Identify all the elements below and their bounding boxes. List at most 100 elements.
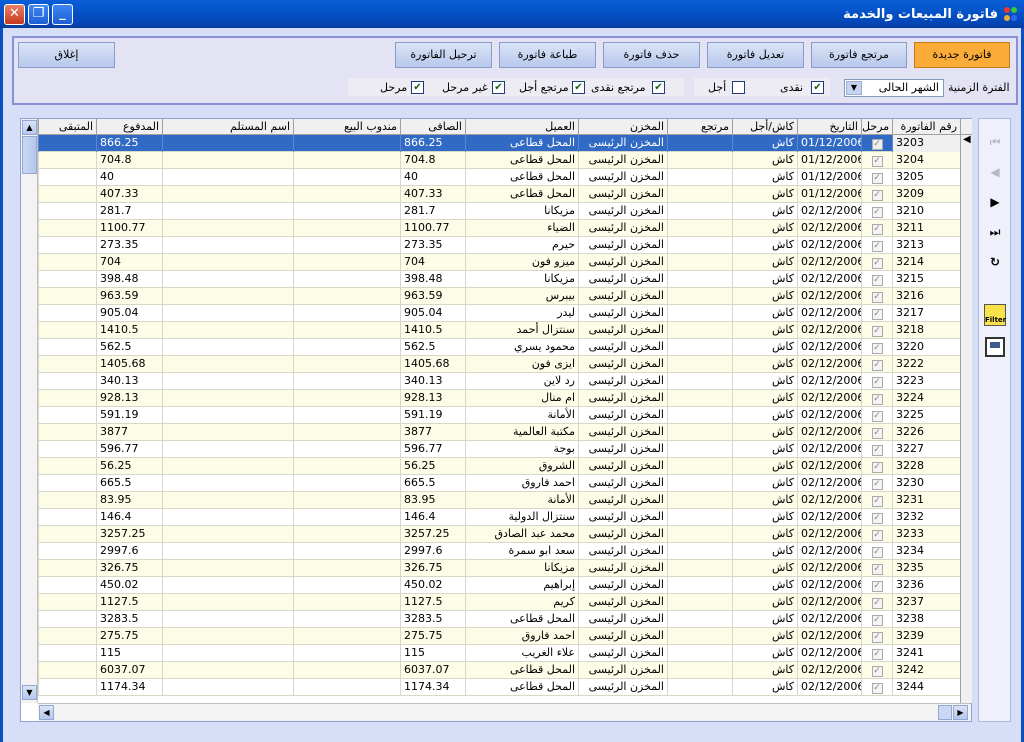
vertical-scrollbar[interactable]: ▲ ▼: [21, 119, 38, 703]
first-record-icon[interactable]: ⏮: [984, 131, 1006, 153]
table-row[interactable]: 1174.34 1174.34 المحل قطاعى المخزن الرئيسى ك…: [38, 679, 960, 696]
next-record-icon[interactable]: ▶: [984, 191, 1006, 213]
posted-checkbox-icon: ✓: [871, 190, 883, 201]
scroll-up-icon[interactable]: ▲: [22, 120, 37, 135]
table-row[interactable]: 1127.5 1127.5 كريم المخزن الرئيسى كاش 02/12/2…: [38, 594, 960, 611]
cash-checkbox[interactable]: ✔: [811, 81, 824, 94]
col-paid[interactable]: المدفوع: [96, 119, 162, 135]
horizontal-scrollbar[interactable]: ◀ ▶: [38, 703, 971, 721]
cell-receiver: [162, 441, 293, 458]
posted-checkbox[interactable]: ✔: [411, 81, 424, 94]
cash-return-checkbox[interactable]: ✔: [652, 81, 665, 94]
table-row[interactable]: 398.48 398.48 مزيكانا المخزن الرئيسى كاش 02/1…: [38, 271, 960, 288]
col-date[interactable]: التاريخ: [797, 119, 861, 135]
table-row[interactable]: 56.25 56.25 الشروق المخزن الرئيسى كاش 02/12/2…: [38, 458, 960, 475]
last-record-icon[interactable]: ⏭: [984, 221, 1006, 243]
col-receiver[interactable]: اسم المستلم: [162, 119, 293, 135]
scroll-right-icon[interactable]: ▶: [953, 705, 968, 720]
horizontal-scroll-thumb[interactable]: [938, 705, 952, 720]
table-row[interactable]: 1100.77 1100.77 الضياء المخزن الرئيسى كاش 02/…: [38, 220, 960, 237]
table-row[interactable]: 3283.5 3283.5 المحل قطاعى المخزن الرئيسى كاش…: [38, 611, 960, 628]
credit-checkbox[interactable]: [732, 81, 745, 94]
cell-store: المخزن الرئيسى: [578, 339, 667, 356]
cell-sales_rep: [293, 169, 400, 186]
table-row[interactable]: 115 115 علاء الغريب المخزن الرئيسى كاش 02/12/…: [38, 645, 960, 662]
print-invoice-button[interactable]: طباعة فاتورة: [499, 42, 596, 68]
table-row[interactable]: 6037.07 6037.07 المحل قطاعى المخزن الرئيسى ك…: [38, 662, 960, 679]
close-button[interactable]: إغلاق: [18, 42, 115, 68]
table-row[interactable]: 928.13 928.13 ام منال المخزن الرئيسى كاش 02/1…: [38, 390, 960, 407]
credit-return-checkbox[interactable]: ✔: [572, 81, 585, 94]
col-remaining[interactable]: المتبقى: [38, 119, 96, 135]
not-posted-checkbox[interactable]: ✔: [492, 81, 505, 94]
cash-label: نقدى: [780, 81, 804, 94]
cell-receiver: [162, 169, 293, 186]
cell-date: 02/12/2006: [797, 373, 861, 390]
table-row[interactable]: 1410.5 1410.5 سنتزال أحمد المخزن الرئيسى كاش…: [38, 322, 960, 339]
cell-no: 3224: [892, 390, 960, 407]
cell-no: 3209: [892, 186, 960, 203]
cell-no: 3239: [892, 628, 960, 645]
previous-record-icon[interactable]: ◀: [984, 161, 1006, 183]
minimize-window-button[interactable]: _: [52, 3, 73, 25]
new-invoice-button[interactable]: فاتورة جديدة: [914, 42, 1010, 68]
col-posted[interactable]: مرحل: [861, 119, 892, 135]
col-sales-rep[interactable]: مندوب البيع: [293, 119, 400, 135]
table-row[interactable]: 450.02 450.02 إبراهيم المخزن الرئيسى كاش 02/1…: [38, 577, 960, 594]
table-row[interactable]: 40 40 المحل قطاعى المخزن الرئيسى كاش 01/12/20…: [38, 169, 960, 186]
table-row[interactable]: 963.59 963.59 بيبرس المخزن الرئيسى كاش 02/12/…: [38, 288, 960, 305]
table-row[interactable]: 273.35 273.35 حيرم المخزن الرئيسى كاش 02/12/2…: [38, 237, 960, 254]
table-row[interactable]: 1405.68 1405.68 ايزى فون المخزن الرئيسى كاش 0…: [38, 356, 960, 373]
col-customer[interactable]: العميل: [465, 119, 578, 135]
table-row[interactable]: 3877 3877 مكتبة العالمية المخزن الرئيسى كاش 0…: [38, 424, 960, 441]
table-row[interactable]: 340.13 340.13 رد لاين المخزن الرئيسى كاش 02/1…: [38, 373, 960, 390]
table-row[interactable]: 665.5 665.5 احمد فاروق المخزن الرئيسى كاش 02/…: [38, 475, 960, 492]
scroll-thumb[interactable]: [22, 136, 37, 174]
return-invoice-button[interactable]: مرتجع فاتورة: [811, 42, 907, 68]
col-net[interactable]: الصافى: [400, 119, 465, 135]
table-row[interactable]: 281.7 281.7 مزيكانا المخزن الرئيسى كاش 02/12/…: [38, 203, 960, 220]
chevron-down-icon[interactable]: ▼: [846, 81, 862, 95]
filter-icon[interactable]: Filter: [984, 304, 1006, 326]
cell-date: 02/12/2006: [797, 254, 861, 271]
cell-no: 3230: [892, 475, 960, 492]
cell-returned: [667, 526, 732, 543]
table-row[interactable]: 704 704 ميزو فون المخزن الرئيسى كاش 02/12/200…: [38, 254, 960, 271]
col-invoice-no[interactable]: رقم الفاتورة: [892, 119, 960, 135]
close-window-button[interactable]: ✕: [4, 3, 25, 25]
scroll-down-icon[interactable]: ▼: [22, 685, 37, 700]
cell-store: المخزن الرئيسى: [578, 628, 667, 645]
cell-date: 02/12/2006: [797, 594, 861, 611]
table-row[interactable]: 562.5 562.5 محمود يسري المخزن الرئيسى كاش 02/…: [38, 339, 960, 356]
table-row[interactable]: 275.75 275.75 احمد فاروق المخزن الرئيسى كاش 0…: [38, 628, 960, 645]
cell-remaining: [38, 169, 96, 186]
post-invoice-button[interactable]: ترحيل الفاتورة: [395, 42, 492, 68]
table-row[interactable]: 407.33 407.33 المحل قطاعى المخزن الرئيسى كاش…: [38, 186, 960, 203]
table-row[interactable]: 866.25 866.25 المحل قطاعى المخزن الرئيسى كاش…: [38, 135, 960, 152]
table-row[interactable]: 3257.25 3257.25 محمد عبد الصادق المخزن الرئ…: [38, 526, 960, 543]
cell-pay: كاش: [732, 135, 797, 152]
col-payment[interactable]: كاش/أجل: [732, 119, 797, 135]
col-returned[interactable]: مرتجع: [667, 119, 732, 135]
table-row[interactable]: 704.8 704.8 المحل قطاعى المخزن الرئيسى كاش 01…: [38, 152, 960, 169]
posted-checkbox-icon: ✓: [871, 275, 883, 286]
table-row[interactable]: 596.77 596.77 بوجة المخزن الرئيسى كاش 02/12/2…: [38, 441, 960, 458]
cell-customer: المحل قطاعى: [465, 135, 578, 152]
table-row[interactable]: 146.4 146.4 سنتزال الدولية المخزن الرئيسى كا…: [38, 509, 960, 526]
table-row[interactable]: 591.19 591.19 الأمانة المخزن الرئيسى كاش 02/1…: [38, 407, 960, 424]
table-row[interactable]: 905.04 905.04 ليدر المخزن الرئيسى كاش 02/12/2…: [38, 305, 960, 322]
save-icon[interactable]: [985, 337, 1005, 357]
table-row[interactable]: 2997.6 2997.6 سعد ابو سمرة المخزن الرئيسى كا…: [38, 543, 960, 560]
delete-invoice-button[interactable]: حذف فاتورة: [603, 42, 700, 68]
period-select[interactable]: الشهر الحالى ▼: [844, 79, 944, 97]
cell-store: المخزن الرئيسى: [578, 169, 667, 186]
cell-returned: [667, 322, 732, 339]
restore-window-button[interactable]: ❐: [28, 3, 49, 25]
edit-invoice-button[interactable]: تعديل فاتورة: [707, 42, 804, 68]
scroll-left-icon[interactable]: ◀: [39, 705, 54, 720]
col-store[interactable]: المخزن: [578, 119, 667, 135]
table-row[interactable]: 83.95 83.95 الأمانة المخزن الرئيسى كاش 02/12/…: [38, 492, 960, 509]
refresh-icon[interactable]: ↻: [984, 251, 1006, 273]
cell-pay: كاش: [732, 543, 797, 560]
table-row[interactable]: 326.75 326.75 مزيكانا المخزن الرئيسى كاش 02/1…: [38, 560, 960, 577]
